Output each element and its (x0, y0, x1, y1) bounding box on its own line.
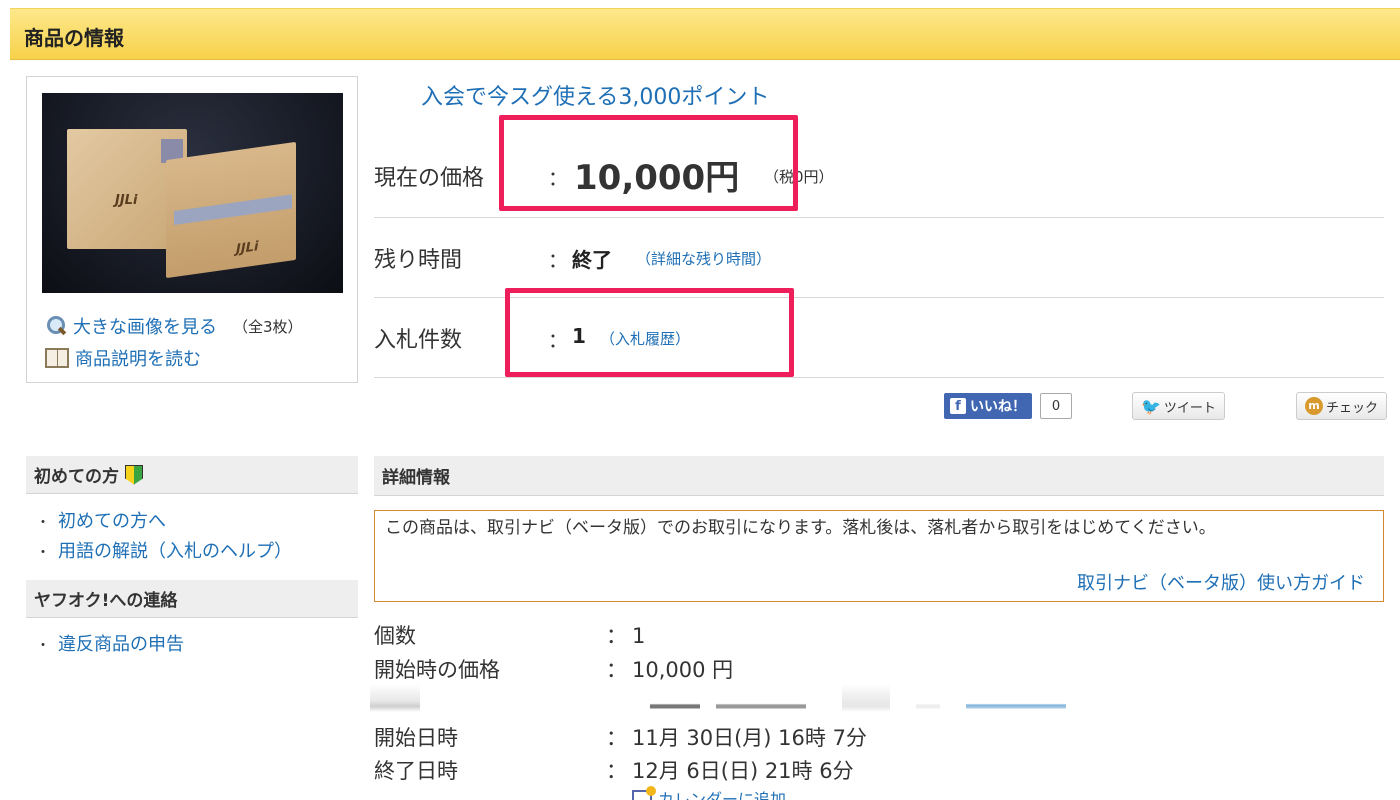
spec-value: 10,000 円 (632, 658, 734, 682)
mixi-check-label: チェック (1326, 400, 1379, 416)
spec-row-start-price: 開始時の価格 ： 10,000 円 (374, 654, 733, 684)
spec-key: 開始時の価格 (374, 658, 500, 682)
tweet-label: ツイート (1163, 400, 1216, 416)
sidebar-item-glossary: ・用語の解説（入札のヘルプ） (36, 541, 292, 562)
time-left-row: 残り時間 ： 終了 （詳細な残り時間） (374, 218, 1384, 298)
price-highlight-box (499, 115, 798, 211)
price-label: 現在の価格 (374, 166, 485, 191)
bid-highlight-box (505, 288, 794, 377)
mixi-check-group: m チェック (1296, 392, 1388, 420)
facebook-like-label: いいね！ (970, 399, 1026, 415)
beginners-guide-link[interactable]: 初めての方へ (58, 511, 166, 532)
contact-heading-text: ヤフオク!への連絡 (34, 591, 178, 611)
spec-key: 個数 (374, 624, 416, 648)
spec-colon: ： (606, 624, 627, 648)
tweet-button[interactable]: 🐦 ツイート (1132, 392, 1225, 420)
add-to-calendar-link[interactable]: カレンダーに追加 (658, 786, 786, 800)
spec-row-start-date: 開始日時 ： 11月 30日(月) 16時 7分 (374, 722, 867, 752)
detailed-time-link[interactable]: （詳細な残り時間） (636, 248, 771, 269)
beginner-mark-icon (125, 464, 143, 485)
details-heading: 詳細情報 (374, 456, 1384, 496)
facebook-icon: f (950, 398, 966, 414)
view-large-image-link[interactable]: 大きな画像を見る (73, 313, 217, 339)
facebook-like-button[interactable]: f いいね！ (944, 393, 1032, 419)
twitter-bird-icon: 🐦 (1141, 396, 1161, 416)
spec-colon: ： (606, 759, 627, 783)
contact-heading: ヤフオク!への連絡 (26, 580, 358, 618)
beginner-heading-text: 初めての方 (34, 467, 119, 487)
time-left-label: 残り時間 (374, 248, 463, 273)
mixi-icon: m (1305, 397, 1323, 415)
spec-key: 終了日時 (374, 759, 458, 783)
time-left-colon: ： (548, 248, 568, 272)
facebook-like-count: 0 (1040, 393, 1072, 419)
trade-navi-guide-link[interactable]: 取引ナビ（ベータ版）使い方ガイド (1077, 569, 1365, 595)
spec-colon: ： (606, 658, 627, 682)
image-count: （全3枚） (233, 317, 303, 336)
notice-text: この商品は、取引ナビ（ベータ版）でのお取引になります。落札後は、落札者から取引を… (385, 518, 1216, 538)
spec-value: 12月 6日(日) 21時 6分 (632, 759, 854, 783)
product-photo[interactable]: JJLi JJLi (42, 93, 343, 293)
bid-count-label: 入札件数 (374, 328, 463, 353)
view-large-row: 大きな画像を見る （全3枚） (45, 313, 303, 339)
image-gallery: JJLi JJLi 大きな画像を見る （全3枚） 商品説明を読む (26, 76, 358, 383)
spec-row-end-date: 終了日時 ： 12月 6日(日) 21時 6分 (374, 755, 854, 785)
beginner-heading: 初めての方 (26, 456, 358, 494)
sidebar-item-beginners: ・初めての方へ (36, 511, 166, 532)
spec-key: 開始日時 (374, 726, 458, 750)
details-heading-text: 詳細情報 (382, 468, 450, 488)
calendar-icon (632, 786, 656, 800)
book-icon (45, 348, 69, 368)
points-promo-link[interactable]: 入会で今スグ使える3,000ポイント (421, 79, 769, 111)
magnifier-icon (45, 315, 67, 337)
sidebar-item-report: ・違反商品の申告 (36, 634, 184, 655)
spec-value: 11月 30日(月) 16時 7分 (632, 726, 867, 750)
trade-navi-notice: この商品は、取引ナビ（ベータ版）でのお取引になります。落札後は、落札者から取引を… (374, 510, 1384, 602)
time-left-value: 終了 (572, 248, 612, 272)
read-description-row: 商品説明を読む (45, 345, 201, 371)
product-box-front: JJLi (166, 141, 296, 279)
section-header: 商品の情報 (10, 8, 1400, 60)
mixi-check-button[interactable]: m チェック (1296, 392, 1388, 420)
spec-colon: ： (606, 726, 627, 750)
section-title: 商品の情報 (24, 26, 124, 50)
spec-value: 1 (632, 624, 646, 648)
facebook-like-group: f いいね！ 0 (944, 392, 1072, 420)
add-to-calendar-row: カレンダーに追加 (632, 786, 786, 800)
spec-row-quantity: 個数 ： 1 (374, 620, 645, 650)
read-description-link[interactable]: 商品説明を読む (75, 345, 201, 371)
tweet-group: 🐦 ツイート (1132, 392, 1225, 420)
glossary-link[interactable]: 用語の解説（入札のヘルプ） (58, 541, 292, 562)
report-violation-link[interactable]: 違反商品の申告 (58, 634, 184, 655)
